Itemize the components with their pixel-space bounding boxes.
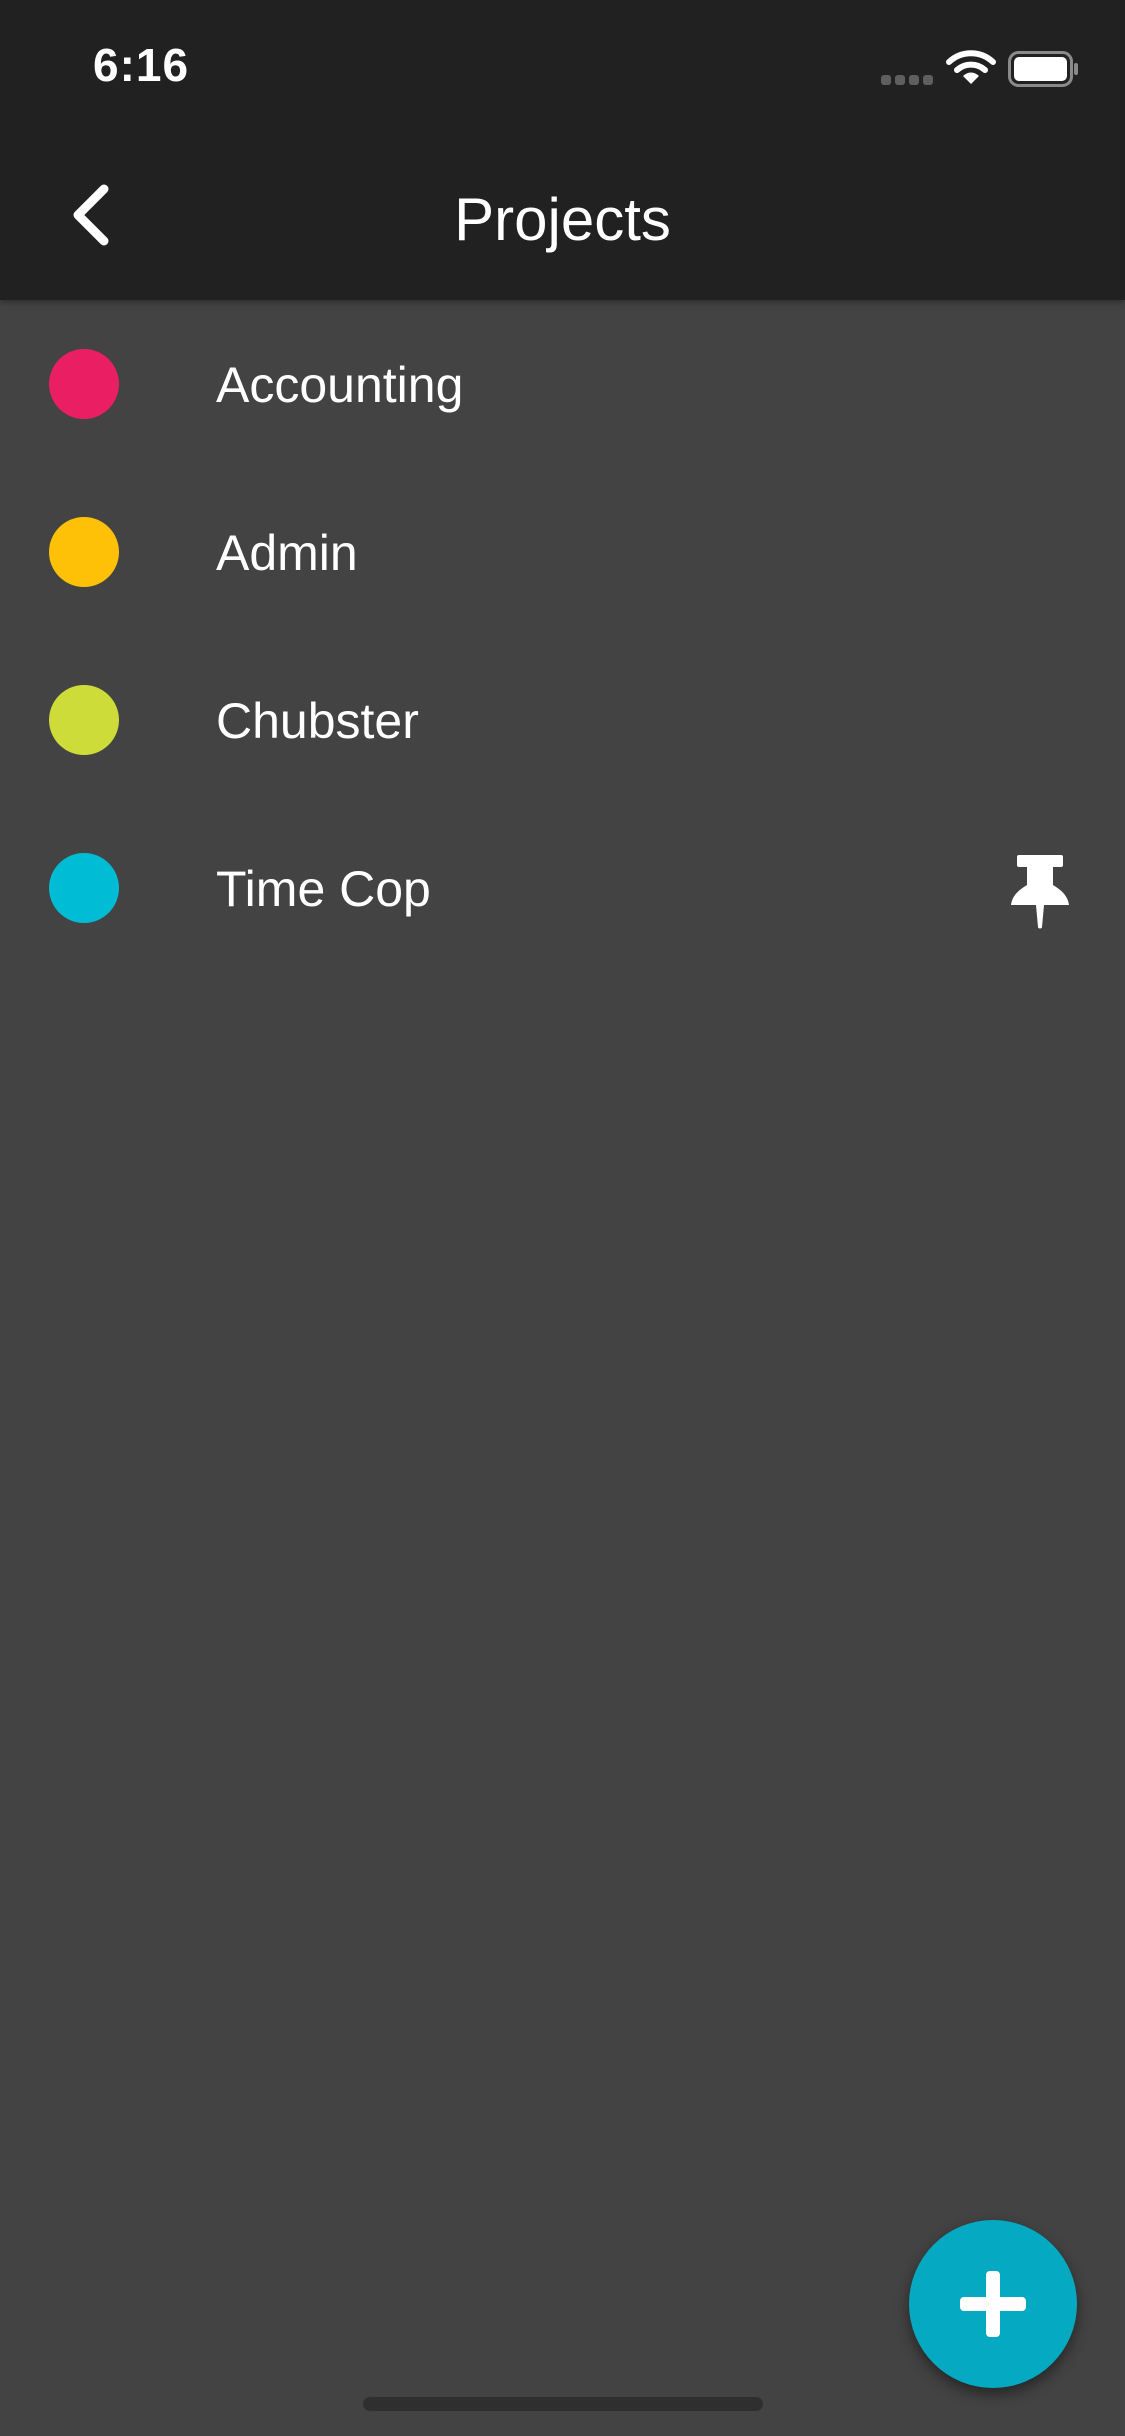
project-color-dot <box>49 517 119 587</box>
project-color-dot <box>49 853 119 923</box>
project-row-accounting[interactable]: Accounting <box>0 300 1125 468</box>
wifi-icon <box>946 50 996 84</box>
app-header: 6:16 Projects <box>0 0 1125 300</box>
project-name: Time Cop <box>216 861 431 917</box>
pin-icon[interactable] <box>1007 851 1073 931</box>
project-color-dot <box>49 349 119 419</box>
project-name: Chubster <box>216 693 419 749</box>
project-row-time-cop[interactable]: Time Cop <box>0 804 1125 972</box>
add-project-button[interactable] <box>909 2220 1077 2388</box>
project-name: Admin <box>216 525 358 581</box>
project-list: Accounting Admin Chubster Time Cop <box>0 300 1125 972</box>
cellular-signal-icon <box>881 75 933 85</box>
project-row-admin[interactable]: Admin <box>0 468 1125 636</box>
page-title: Projects <box>454 186 671 253</box>
project-name: Accounting <box>216 357 464 413</box>
status-time: 6:16 <box>93 39 190 91</box>
battery-icon <box>1008 51 1078 87</box>
project-color-dot <box>49 685 119 755</box>
home-indicator <box>363 2397 763 2411</box>
plus-icon <box>960 2271 1026 2337</box>
project-row-chubster[interactable]: Chubster <box>0 636 1125 804</box>
